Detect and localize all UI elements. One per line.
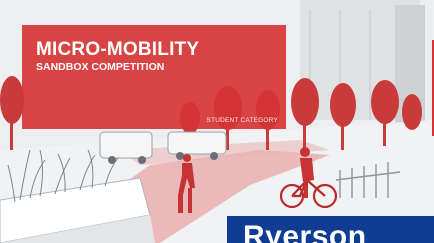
title-card: MICRO-MOBILITY SANDBOX COMPETITION STUDE…: [22, 25, 286, 129]
brand-wordmark: Ryerson: [243, 220, 367, 243]
competition-subtitle: SANDBOX COMPETITION: [36, 61, 165, 73]
hero-banner: MICRO-MOBILITY SANDBOX COMPETITION STUDE…: [0, 0, 434, 243]
category-label: STUDENT CATEGORY: [206, 117, 278, 124]
ryerson-logo: Ryerson: [227, 216, 434, 243]
competition-title: MICRO-MOBILITY: [36, 39, 200, 60]
